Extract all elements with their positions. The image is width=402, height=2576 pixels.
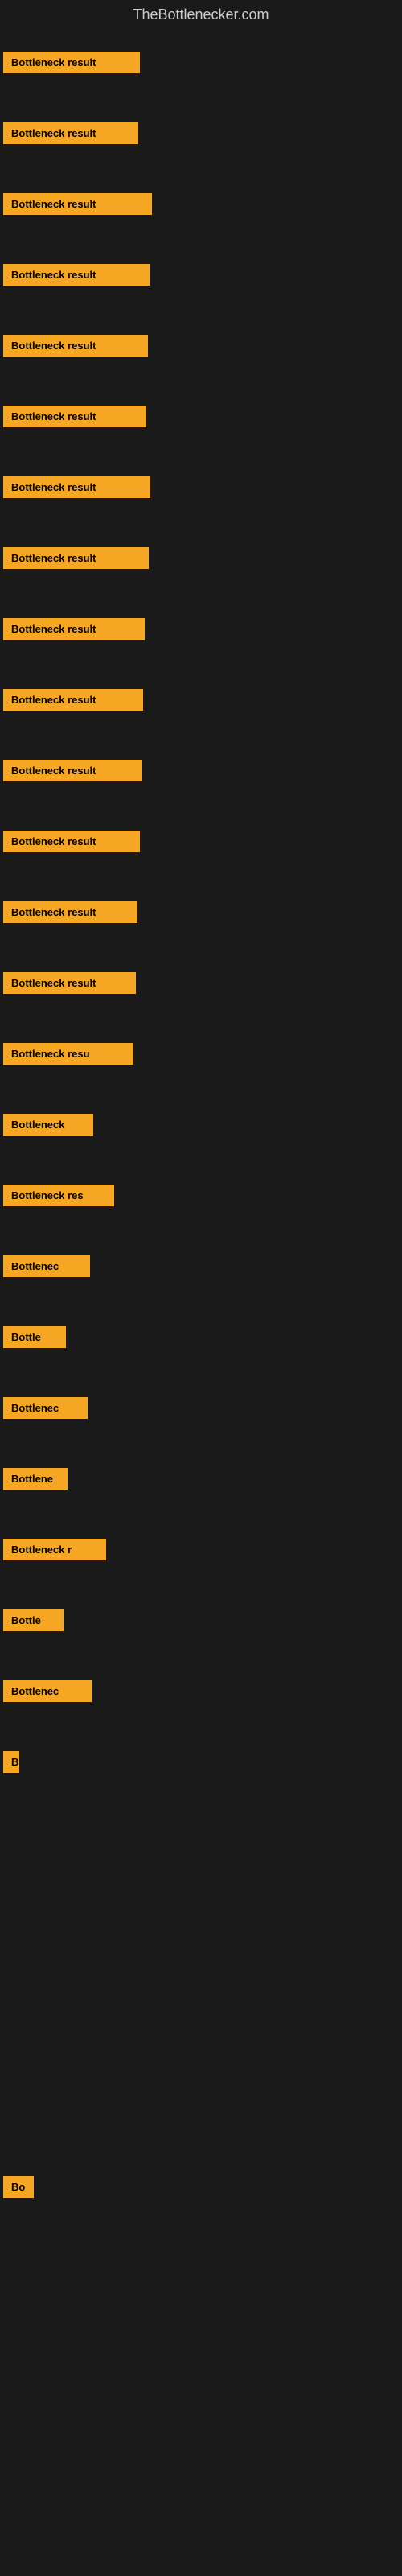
- bottleneck-badge[interactable]: Bottleneck result: [3, 689, 143, 711]
- bottleneck-badge[interactable]: Bottleneck result: [3, 122, 138, 144]
- bottleneck-badge[interactable]: Bottleneck result: [3, 972, 136, 994]
- bottleneck-row: Bottlenec: [3, 1372, 399, 1443]
- bottleneck-badge[interactable]: Bottleneck: [3, 1114, 93, 1136]
- bottleneck-row: Bottleneck res: [3, 1160, 399, 1230]
- bottleneck-badge[interactable]: Bottleneck result: [3, 760, 142, 781]
- bottleneck-badge[interactable]: Bo: [3, 2176, 34, 2198]
- empty-row: [3, 2364, 399, 2434]
- bottleneck-badge[interactable]: Bottlenec: [3, 1255, 90, 1277]
- empty-row: [3, 2009, 399, 2080]
- bottleneck-row: B: [3, 1726, 399, 1797]
- bottleneck-row: Bo: [3, 2151, 399, 2222]
- bottleneck-row: Bottleneck result: [3, 381, 399, 451]
- empty-row: [3, 2434, 399, 2505]
- bottleneck-badge[interactable]: Bottleneck resu: [3, 1043, 133, 1065]
- empty-row: [3, 2222, 399, 2293]
- site-title: TheBottlenecker.com: [3, 0, 399, 27]
- bottleneck-row: Bottleneck result: [3, 664, 399, 735]
- bottleneck-row: Bottleneck result: [3, 522, 399, 593]
- bottleneck-badge[interactable]: Bottleneck result: [3, 831, 140, 852]
- bottleneck-badge[interactable]: Bottleneck result: [3, 618, 145, 640]
- bottleneck-badge[interactable]: Bottleneck result: [3, 547, 149, 569]
- empty-row: [3, 1868, 399, 1939]
- bottleneck-badge[interactable]: Bottle: [3, 1609, 64, 1631]
- bottleneck-row: Bottleneck result: [3, 97, 399, 168]
- bottleneck-row: Bottleneck result: [3, 876, 399, 947]
- bottleneck-row: Bottleneck result: [3, 593, 399, 664]
- bottleneck-badge[interactable]: Bottlenec: [3, 1397, 88, 1419]
- bottleneck-badge[interactable]: Bottleneck result: [3, 901, 137, 923]
- bottleneck-row: Bottleneck: [3, 1089, 399, 1160]
- empty-row: [3, 1939, 399, 2009]
- empty-row: [3, 2080, 399, 2151]
- bottleneck-row: Bottlene: [3, 1443, 399, 1514]
- bottleneck-row: Bottleneck result: [3, 806, 399, 876]
- empty-row: [3, 1797, 399, 1868]
- bottleneck-row: Bottleneck result: [3, 947, 399, 1018]
- bottleneck-badge[interactable]: Bottlenec: [3, 1680, 92, 1702]
- bottleneck-row: Bottleneck result: [3, 239, 399, 310]
- bottleneck-row: Bottleneck result: [3, 310, 399, 381]
- bottleneck-badge[interactable]: Bottleneck r: [3, 1539, 106, 1560]
- bottleneck-badge[interactable]: Bottleneck result: [3, 52, 140, 73]
- bottleneck-badge[interactable]: Bottleneck result: [3, 264, 150, 286]
- bottleneck-row: Bottleneck result: [3, 27, 399, 97]
- bottleneck-row: Bottle: [3, 1301, 399, 1372]
- bottleneck-row: Bottle: [3, 1585, 399, 1655]
- bottleneck-badge[interactable]: B: [3, 1751, 19, 1773]
- bottleneck-badge[interactable]: Bottleneck result: [3, 476, 150, 498]
- bottleneck-row: Bottleneck result: [3, 735, 399, 806]
- bottleneck-badge[interactable]: Bottle: [3, 1326, 66, 1348]
- bottleneck-row: Bottleneck r: [3, 1514, 399, 1585]
- bottleneck-badge[interactable]: Bottleneck res: [3, 1185, 114, 1206]
- bottleneck-badge[interactable]: Bottleneck result: [3, 193, 152, 215]
- bottleneck-row: Bottleneck resu: [3, 1018, 399, 1089]
- bottleneck-row: Bottleneck result: [3, 168, 399, 239]
- bottleneck-badge[interactable]: Bottlene: [3, 1468, 68, 1490]
- empty-row: [3, 2505, 399, 2576]
- empty-row: [3, 2293, 399, 2364]
- bottleneck-row: Bottleneck result: [3, 451, 399, 522]
- bottleneck-badge[interactable]: Bottleneck result: [3, 335, 148, 357]
- bottleneck-row: Bottlenec: [3, 1230, 399, 1301]
- bottleneck-badge[interactable]: Bottleneck result: [3, 406, 146, 427]
- bottleneck-row: Bottlenec: [3, 1655, 399, 1726]
